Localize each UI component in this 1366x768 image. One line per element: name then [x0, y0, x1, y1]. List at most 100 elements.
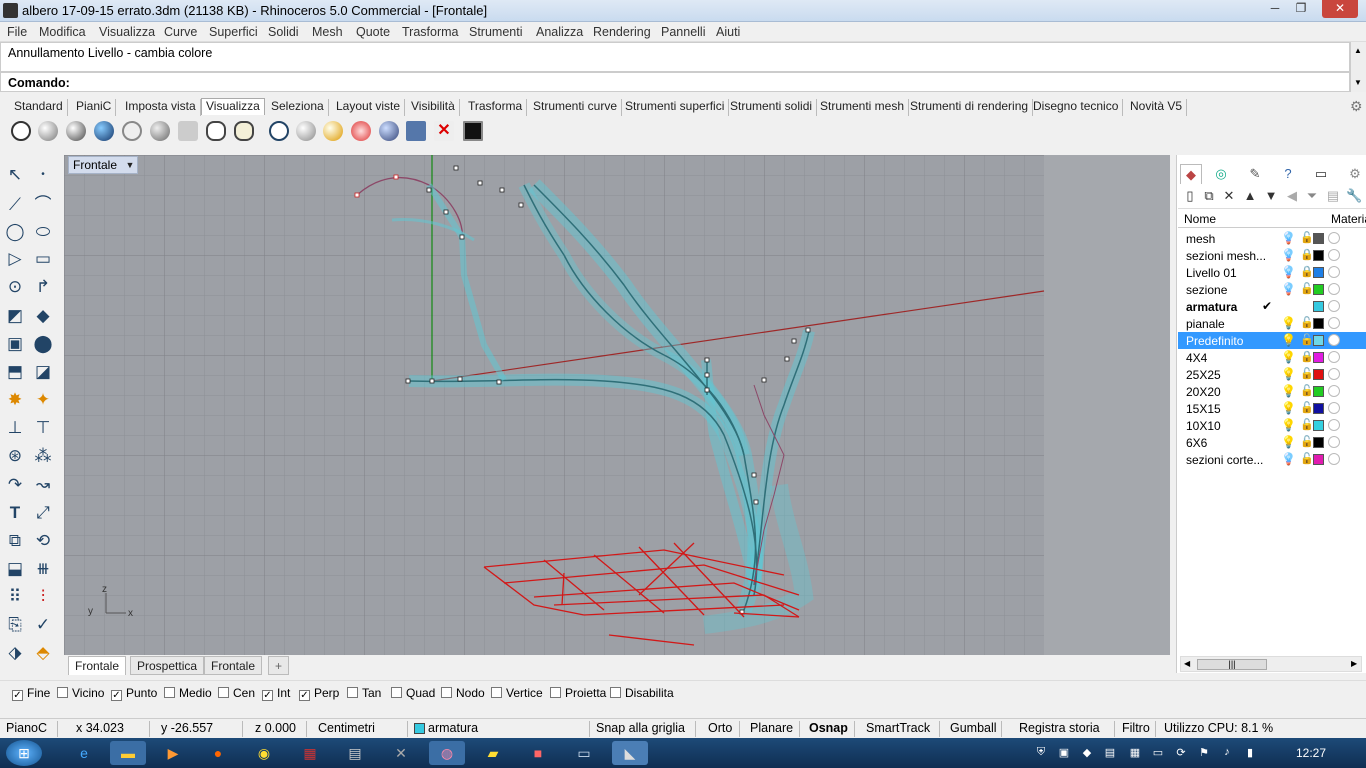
- layer-row[interactable]: 25X25 💡 🔓: [1178, 366, 1366, 383]
- layer-name[interactable]: 10X10: [1186, 419, 1266, 433]
- cplane-status[interactable]: PianoC: [0, 721, 58, 737]
- unlock-icon[interactable]: 🔓: [1300, 418, 1314, 431]
- layer-row[interactable]: 20X20 💡 🔓: [1178, 383, 1366, 400]
- layer-name[interactable]: sezioni corte...: [1186, 453, 1266, 467]
- visibility-bulb-icon[interactable]: 💡: [1281, 452, 1296, 466]
- checkbox[interactable]: ✓: [111, 690, 122, 701]
- help-tab-icon[interactable]: ?: [1277, 164, 1299, 184]
- planar-toggle[interactable]: Planare: [744, 721, 800, 737]
- environment-icon[interactable]: [379, 121, 399, 141]
- select-arrow-icon[interactable]: ↖: [4, 164, 26, 186]
- layer-color-swatch[interactable]: [1313, 233, 1324, 244]
- array-icon[interactable]: ⧻: [32, 558, 54, 580]
- osnap-vertice[interactable]: Vertice: [491, 686, 543, 700]
- new-layer-icon[interactable]: ▯: [1182, 188, 1198, 204]
- layer-material-icon[interactable]: [1328, 334, 1340, 346]
- filter-icon[interactable]: ⏷: [1304, 188, 1320, 204]
- text-icon[interactable]: T: [4, 502, 26, 524]
- clock[interactable]: 12:27: [1296, 746, 1336, 762]
- checkbox[interactable]: ✓: [12, 690, 23, 701]
- explode-icon[interactable]: ✦: [32, 389, 54, 411]
- mesh-display-icon[interactable]: [234, 121, 254, 141]
- tray-shield-icon[interactable]: ⛨: [1034, 746, 1048, 760]
- trim-icon[interactable]: ⊥: [4, 417, 26, 439]
- layer-color-swatch[interactable]: [1313, 267, 1324, 278]
- render-tab-icon[interactable]: ✎: [1244, 164, 1266, 184]
- layer-row[interactable]: 10X10 💡 🔓: [1178, 417, 1366, 434]
- technical-icon[interactable]: [150, 121, 170, 141]
- menu-strumenti[interactable]: Strumenti: [469, 25, 523, 39]
- tab-strumenti-solidi[interactable]: Strumenti solidi: [726, 99, 818, 116]
- command-line[interactable]: Comando:: [0, 72, 1350, 92]
- layer-material-icon[interactable]: [1328, 300, 1340, 312]
- layer-name[interactable]: 6X6: [1186, 436, 1266, 450]
- tray-update-icon[interactable]: ⟳: [1174, 746, 1188, 760]
- checkbox[interactable]: ✓: [299, 690, 310, 701]
- display-tab-icon[interactable]: ▭: [1310, 164, 1332, 184]
- layer-row[interactable]: Livello 01 💡 🔒: [1178, 264, 1366, 281]
- unlock-icon[interactable]: 🔓: [1300, 452, 1314, 465]
- window-icon[interactable]: ▭: [566, 741, 602, 765]
- layout-icon[interactable]: ⎘: [4, 614, 26, 636]
- layer-row[interactable]: 6X6 💡 🔓: [1178, 434, 1366, 451]
- minimize-button[interactable]: ─: [1262, 0, 1288, 18]
- edit-points-icon[interactable]: ↷: [4, 474, 26, 496]
- layer-material-icon[interactable]: [1328, 419, 1340, 431]
- tab-frontale-2[interactable]: Frontale: [204, 656, 263, 675]
- layer-row[interactable]: sezioni mesh... 💡 🔒: [1178, 247, 1366, 264]
- layer-material-icon[interactable]: [1328, 266, 1340, 278]
- visibility-bulb-icon[interactable]: 💡: [1281, 401, 1296, 415]
- checkbox[interactable]: [347, 687, 358, 698]
- unlock-icon[interactable]: 🔓: [1300, 231, 1314, 244]
- layer-color-swatch[interactable]: [1313, 352, 1324, 363]
- extrude-icon[interactable]: ⬓: [4, 558, 26, 580]
- visibility-bulb-icon[interactable]: 💡: [1281, 231, 1296, 245]
- rhino-app-icon[interactable]: [3, 3, 18, 18]
- layer-material-icon[interactable]: [1328, 351, 1340, 363]
- osnap-disabilita[interactable]: Disabilita: [610, 686, 674, 700]
- menu-visualizza[interactable]: Visualizza: [99, 25, 155, 39]
- checkbox[interactable]: [57, 687, 68, 698]
- osnap-quad[interactable]: Quad: [391, 686, 435, 700]
- render-mesh-icon[interactable]: ⬗: [4, 642, 26, 664]
- chrome-icon[interactable]: ◉: [246, 741, 282, 765]
- unlock-icon[interactable]: 🔓: [1300, 333, 1314, 346]
- artistic-icon[interactable]: [178, 121, 198, 141]
- mirror-icon[interactable]: ⫶: [32, 586, 54, 608]
- layers-tab-icon[interactable]: ◆: [1180, 164, 1202, 184]
- boolean-icon[interactable]: ⬤: [32, 333, 54, 355]
- sphere-icon[interactable]: [296, 121, 316, 141]
- viewport-dropdown-icon[interactable]: ▼: [122, 157, 138, 173]
- layer-color-swatch[interactable]: [1313, 369, 1324, 380]
- checkbox[interactable]: [610, 687, 621, 698]
- unlock-icon[interactable]: 🔓: [1300, 384, 1314, 397]
- tab-seleziona[interactable]: Seleziona: [267, 99, 329, 116]
- tab-novita-v5[interactable]: Novità V5: [1126, 99, 1188, 116]
- delete-layer-icon[interactable]: ✕: [1221, 188, 1237, 204]
- units-status[interactable]: Centimetri: [312, 721, 408, 737]
- layer-color-swatch[interactable]: [1313, 420, 1324, 431]
- move-icon[interactable]: ⧉: [4, 530, 26, 552]
- add-viewport-tab-button[interactable]: +: [268, 656, 290, 675]
- tab-visualizza[interactable]: Visualizza: [201, 98, 265, 115]
- no-render-icon[interactable]: ✕: [434, 121, 454, 141]
- tab-frontale[interactable]: Frontale: [68, 656, 127, 675]
- layer-name[interactable]: 4X4: [1186, 351, 1266, 365]
- tray-signal-icon[interactable]: ▮: [1243, 746, 1257, 760]
- ghosted-icon[interactable]: [94, 121, 114, 141]
- globe-icon[interactable]: [269, 121, 289, 141]
- layer-color-swatch[interactable]: [1313, 284, 1324, 295]
- visibility-bulb-icon[interactable]: 💡: [1281, 316, 1296, 330]
- gumball-toggle[interactable]: Gumball: [944, 721, 1002, 737]
- tray-volume-icon[interactable]: ♪: [1220, 746, 1234, 760]
- menu-file[interactable]: File: [7, 25, 27, 39]
- surface-icon[interactable]: ◩: [4, 305, 26, 327]
- column-name[interactable]: Nome: [1184, 212, 1216, 226]
- polygon-icon[interactable]: ▷: [4, 248, 26, 270]
- tab-imposta-vista[interactable]: Imposta vista: [121, 99, 201, 116]
- tray-monitor-icon[interactable]: ▭: [1151, 746, 1165, 760]
- scroll-up-icon[interactable]: ▲: [1354, 46, 1362, 55]
- history-toggle[interactable]: Registra storia: [1013, 721, 1115, 737]
- checkbox[interactable]: [164, 687, 175, 698]
- point-icon[interactable]: •: [32, 164, 54, 186]
